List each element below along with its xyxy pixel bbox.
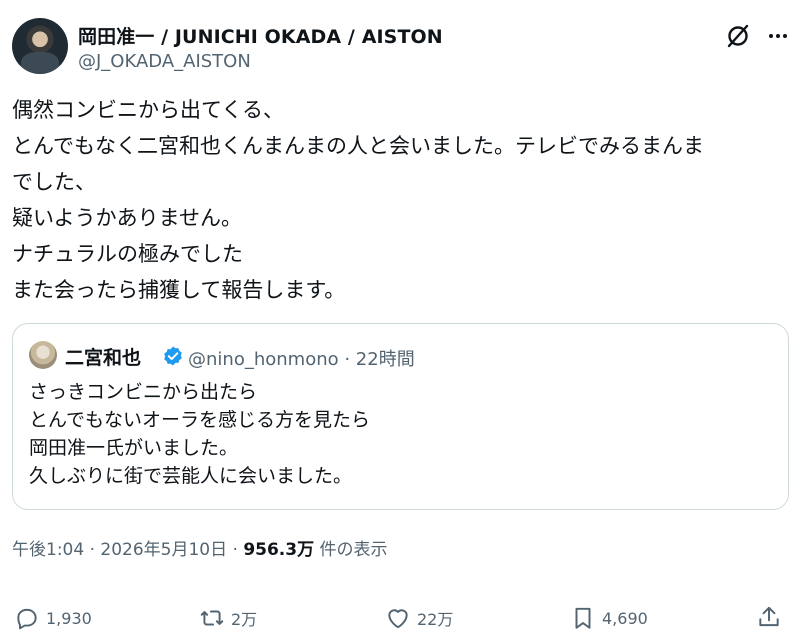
share-icon[interactable] <box>756 604 782 630</box>
quoted-author-avatar <box>29 341 57 369</box>
like-count: 22万 <box>417 610 454 629</box>
tweet-text-line: でした、 <box>12 170 96 194</box>
view-count: 956.3万 <box>243 540 315 560</box>
author-display-name[interactable]: 岡田准一 / JUNICHI OKADA / AISTON <box>78 22 443 49</box>
action-bar: 1,930 2万 22万 4,690 <box>0 600 812 636</box>
tweet-timestamp[interactable]: 午後1:04 · 2026年5月10日 · 956.3万 件の表示 <box>12 535 388 560</box>
quoted-text-line: 岡田准一氏がいました。 <box>29 437 239 459</box>
quoted-tweet[interactable]: 二宮和也 @nino_honmono · 22時間 さっきコンビニから出たら と… <box>12 323 789 510</box>
bookmark-button[interactable]: 4,690 <box>570 602 648 634</box>
tweet-card: 岡田准一 / JUNICHI OKADA / AISTON @J_OKADA_A… <box>0 0 812 636</box>
quoted-text-line: 久しぶりに街で芸能人に会いました。 <box>29 465 353 487</box>
reply-icon <box>17 608 37 630</box>
quoted-text-line: さっきコンビニから出たら <box>29 381 258 403</box>
bookmark-count: 4,690 <box>602 608 648 628</box>
reply-count: 1,930 <box>46 608 92 628</box>
bookmark-icon <box>575 607 591 629</box>
tweet-text-line: ナチュラルの極みでした <box>12 242 243 266</box>
heart-icon <box>388 609 408 629</box>
view-count-label: 件の表示 <box>314 540 388 560</box>
repost-button[interactable]: 2万 <box>199 602 257 634</box>
reply-button[interactable]: 1,930 <box>14 602 92 634</box>
quoted-author-meta: @nino_honmono · 22時間 <box>188 349 415 370</box>
verified-badge-icon <box>164 346 182 366</box>
tweet-text-line: 偶然コンビニから出てくる、 <box>12 98 284 122</box>
tweet-text: 偶然コンビニから出てくる、 とんでもなく二宮和也くんまんまの人と会いました。テレ… <box>12 92 802 308</box>
tweet-text-line: とんでもなく二宮和也くんまんまの人と会いました。テレビでみるまんま <box>12 134 704 158</box>
quoted-tweet-text: さっきコンビニから出たら とんでもないオーラを感じる方を見たら 岡田准一氏がいま… <box>29 378 370 490</box>
repost-count: 2万 <box>231 610 258 629</box>
timestamp-time[interactable]: 午後1:04 · 2026年5月10日 · <box>12 540 243 560</box>
grok-icon[interactable] <box>724 22 752 50</box>
author-avatar[interactable] <box>12 18 68 74</box>
like-button[interactable]: 22万 <box>385 602 453 634</box>
quoted-author-name: 二宮和也 <box>65 347 142 369</box>
more-icon[interactable] <box>766 24 790 48</box>
author-handle[interactable]: @J_OKADA_AISTON <box>78 51 251 72</box>
tweet-text-line: また会ったら捕獲して報告します。 <box>12 278 346 302</box>
tweet-text-line: 疑いようかありません。 <box>12 206 242 230</box>
repost-icon <box>200 610 224 626</box>
quoted-text-line: とんでもないオーラを感じる方を見たら <box>29 409 371 431</box>
